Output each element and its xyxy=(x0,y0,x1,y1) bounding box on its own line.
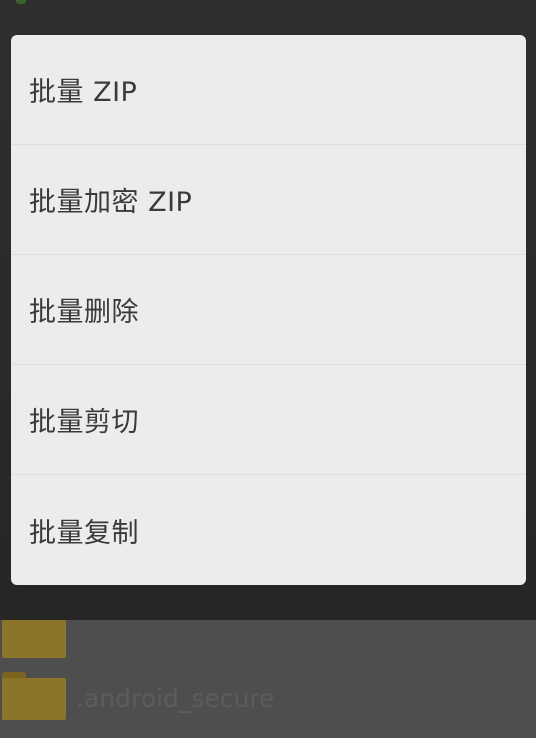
menu-item-label: 批量剪切 xyxy=(29,407,139,438)
menu-item-label: 批量加密 ZIP xyxy=(29,187,193,218)
file-list: .android_secure xyxy=(0,620,536,738)
list-item xyxy=(0,620,536,660)
file-name: .android_secure xyxy=(76,684,275,713)
menu-item-batch-cut[interactable]: 批量剪切 xyxy=(11,365,526,475)
menu-item-batch-delete[interactable]: 批量删除 xyxy=(11,255,526,365)
menu-item-label: 批量 ZIP xyxy=(29,77,138,108)
batch-action-dialog: 批量 ZIP 批量加密 ZIP 批量删除 批量剪切 批量复制 xyxy=(11,35,526,585)
menu-item-batch-zip[interactable]: 批量 ZIP xyxy=(11,35,526,145)
list-item: .android_secure xyxy=(0,666,536,736)
folder-icon xyxy=(2,620,66,658)
menu-item-batch-encrypt-zip[interactable]: 批量加密 ZIP xyxy=(11,145,526,255)
menu-item-label: 批量删除 xyxy=(29,297,139,328)
menu-item-label: 批量复制 xyxy=(29,517,139,549)
menu-item-batch-copy[interactable]: 批量复制 xyxy=(11,475,526,585)
folder-icon xyxy=(2,672,66,720)
status-indicator xyxy=(16,0,26,4)
